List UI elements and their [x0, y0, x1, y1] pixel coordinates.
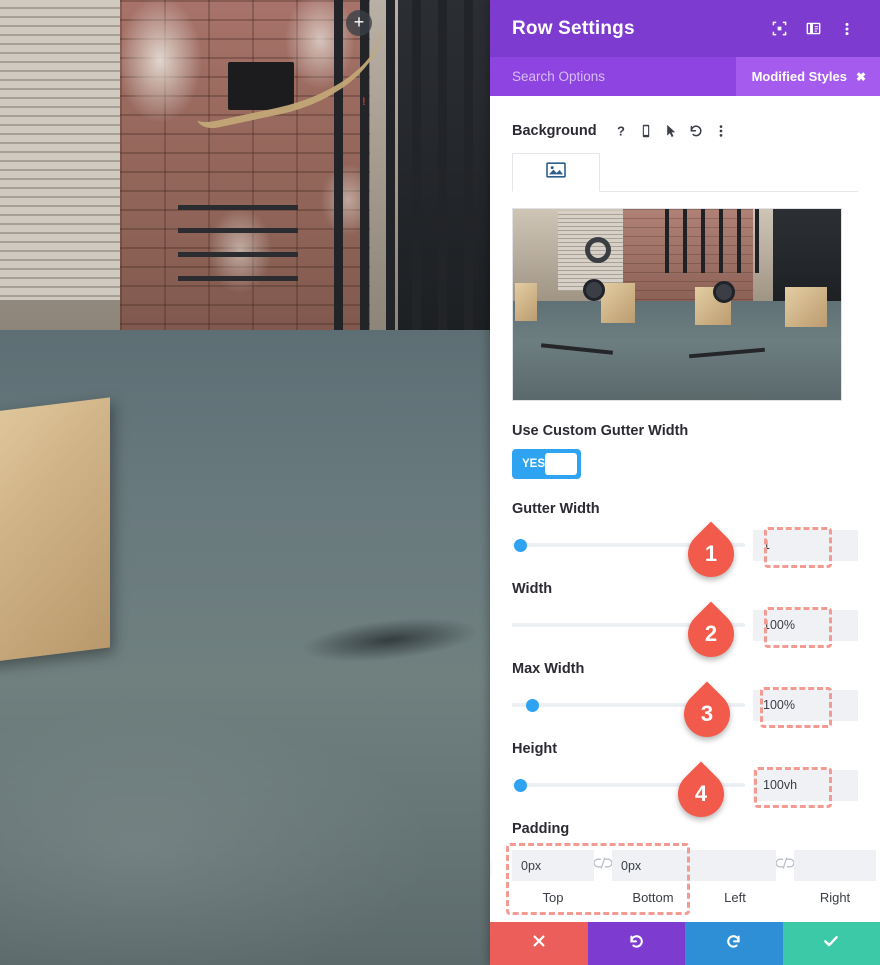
save-button[interactable]	[782, 922, 880, 965]
padding-left-cell: Left	[694, 850, 776, 905]
panel-header: Row Settings	[490, 0, 880, 57]
use-custom-gutter-field: Use Custom Gutter Width YES	[512, 423, 858, 479]
width-input[interactable]	[753, 609, 858, 641]
gutter-width-field: Gutter Width 1	[512, 501, 858, 587]
page-canvas: ! +	[0, 0, 490, 965]
more-options-icon[interactable]	[832, 14, 862, 44]
split-view-icon[interactable]	[798, 14, 828, 44]
svg-text:?: ?	[617, 123, 625, 138]
more-options-icon[interactable]	[709, 118, 734, 143]
canvas-barbell	[178, 252, 298, 257]
background-image-icon	[546, 162, 566, 183]
padding-bottom-label: Bottom	[632, 890, 674, 905]
responsive-mobile-icon[interactable]	[634, 118, 659, 143]
search-bar: Modified Styles ✖	[490, 57, 880, 96]
field-label-height: Height	[512, 741, 558, 757]
panel-footer	[490, 922, 880, 965]
padding-bottom-input[interactable]	[612, 850, 694, 881]
height-input[interactable]	[753, 769, 858, 801]
height-slider[interactable]	[512, 771, 745, 799]
section-title-background: Background	[512, 122, 597, 139]
padding-left-input[interactable]	[694, 850, 776, 881]
use-custom-gutter-toggle[interactable]: YES	[512, 449, 581, 479]
slider-track	[512, 623, 745, 627]
gutter-width-slider[interactable]	[512, 531, 745, 559]
canvas-barbell	[178, 276, 298, 281]
padding-top-input[interactable]	[512, 850, 594, 881]
close-icon[interactable]: ✖	[856, 70, 866, 84]
redo-icon	[725, 933, 742, 955]
toggle-value-label: YES	[522, 458, 546, 470]
reset-icon[interactable]	[684, 118, 709, 143]
check-icon	[822, 932, 840, 955]
row-settings-panel: Row Settings Search Options Modified Sty…	[490, 0, 880, 965]
background-image-preview[interactable]	[512, 208, 842, 401]
broken-link-icon[interactable]	[594, 850, 612, 905]
padding-right-cell: Right	[794, 850, 876, 905]
canvas-shutter	[0, 0, 122, 300]
max-width-field: Max Width 3	[512, 661, 858, 747]
slider-handle[interactable]	[514, 539, 528, 552]
padding-left-label: Left	[724, 890, 746, 905]
width-slider[interactable]	[512, 611, 745, 639]
slider-track	[512, 543, 745, 547]
canvas-barbell	[178, 205, 298, 210]
callout-5: 5	[490, 833, 500, 899]
field-label-width: Width	[512, 581, 553, 597]
undo-button[interactable]	[587, 922, 685, 965]
padding-field: Padding Top	[490, 821, 876, 915]
slider-track	[512, 783, 745, 787]
canvas-red-marker: !	[362, 96, 366, 108]
gutter-width-input[interactable]	[753, 529, 858, 561]
background-section-header: Background ?	[512, 96, 858, 153]
padding-right-label: Right	[819, 890, 851, 905]
modified-styles-chip[interactable]: Modified Styles ✖	[735, 57, 880, 96]
hover-cursor-icon[interactable]	[659, 118, 684, 143]
slider-track	[512, 703, 745, 707]
padding-right-input[interactable]	[794, 850, 876, 881]
cancel-button[interactable]	[490, 922, 588, 965]
add-section-button[interactable]: +	[346, 10, 372, 36]
width-field: Width 2	[512, 581, 858, 667]
help-icon[interactable]: ?	[609, 118, 634, 143]
search-input[interactable]	[512, 69, 736, 84]
max-width-input[interactable]	[753, 689, 858, 721]
fullscreen-icon[interactable]	[764, 14, 794, 44]
toggle-knob	[545, 453, 577, 475]
padding-top-label: Top	[542, 890, 564, 905]
background-tabstrip	[512, 153, 858, 192]
field-label-max-width: Max Width	[512, 661, 585, 677]
padding-top-cell: Top	[512, 850, 594, 905]
modified-styles-label: Modified Styles	[751, 69, 847, 84]
undo-icon	[628, 933, 645, 955]
field-label-use-custom-gutter: Use Custom Gutter Width	[512, 423, 689, 439]
field-label-padding: Padding	[512, 821, 570, 837]
canvas-barbell	[178, 228, 298, 233]
tab-background-image[interactable]	[512, 153, 600, 192]
padding-bottom-cell: Bottom	[612, 850, 694, 905]
panel-body: Background ? Use Custom Gutter Width YES…	[490, 96, 880, 922]
broken-link-icon[interactable]	[776, 850, 794, 905]
max-width-slider[interactable]	[512, 691, 745, 719]
close-icon	[531, 933, 547, 954]
slider-handle[interactable]	[514, 779, 528, 792]
canvas-plyo-box	[0, 397, 110, 663]
page-title: Row Settings	[512, 17, 635, 39]
padding-grid: Top Bottom	[506, 843, 876, 915]
redo-button[interactable]	[685, 922, 783, 965]
slider-handle[interactable]	[525, 699, 539, 712]
screenshot-root: ! + Row Settings Search Options Modified…	[0, 0, 880, 965]
height-field: Height 4	[512, 741, 858, 827]
field-label-gutter-width: Gutter Width	[512, 501, 600, 517]
